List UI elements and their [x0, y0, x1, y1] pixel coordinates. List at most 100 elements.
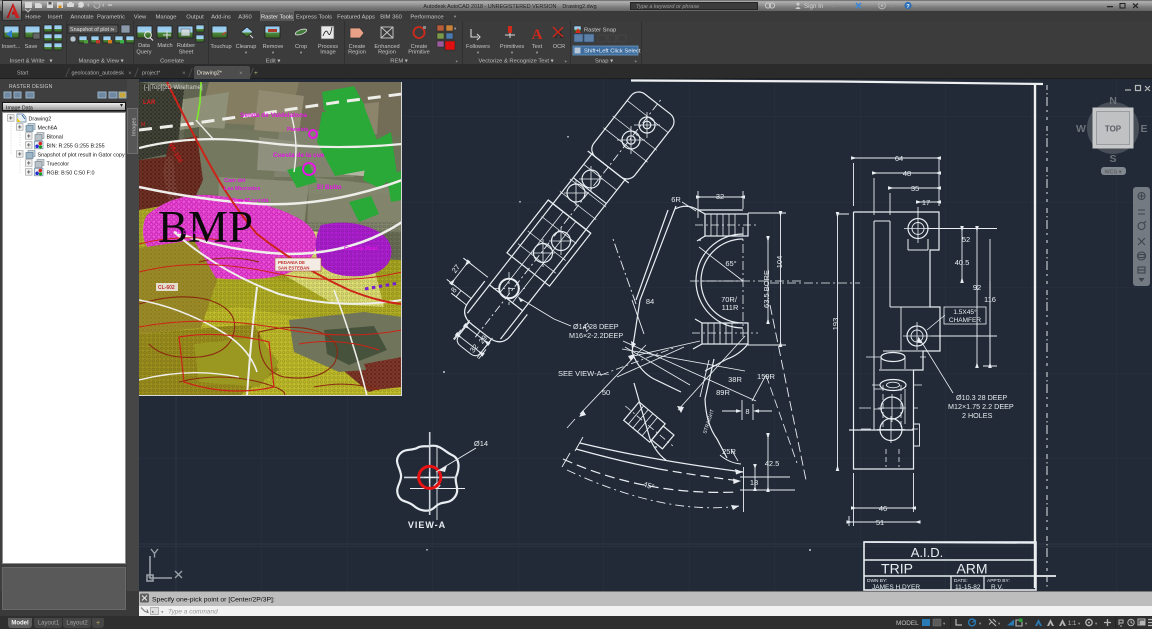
svg-text:▾: ▾ [1025, 621, 1028, 626]
svg-text:Image: Image [320, 50, 336, 56]
svg-text:159R: 159R [757, 372, 776, 381]
svg-text:Bitonal: Bitonal [47, 135, 63, 141]
svg-text:SAN ESTEBAN: SAN ESTEBAN [278, 266, 309, 271]
svg-text:92: 92 [973, 283, 981, 292]
svg-text:▾: ▾ [477, 50, 480, 55]
svg-text:Save: Save [25, 44, 38, 50]
svg-text:18: 18 [750, 478, 758, 487]
svg-text:65°: 65° [725, 259, 736, 268]
svg-text:▾: ▾ [1078, 621, 1081, 626]
svg-text:Cuesta de la cue: Cuesta de la cue [273, 152, 325, 159]
svg-text:Sheet: Sheet [179, 50, 194, 56]
svg-text:▾: ▾ [272, 50, 275, 55]
svg-text:▾: ▾ [890, 4, 893, 10]
svg-text:Cañada Real: Cañada Real [344, 246, 377, 252]
svg-text:A: A [532, 27, 543, 43]
svg-text:▾: ▾ [914, 4, 917, 10]
svg-text:42.5: 42.5 [765, 459, 780, 468]
svg-text:JAMES H.DYER: JAMES H.DYER [872, 584, 920, 591]
svg-text:46: 46 [879, 504, 887, 513]
svg-text:Drawing2: Drawing2 [29, 117, 52, 123]
svg-text:Sign In: Sign In [804, 3, 824, 10]
svg-text:Ø14: Ø14 [474, 439, 488, 448]
svg-text:▾: ▾ [943, 621, 946, 626]
svg-text:W: W [1076, 123, 1086, 135]
svg-text:El Bulto: El Bulto [317, 184, 342, 191]
svg-text:40.5: 40.5 [955, 258, 970, 267]
svg-text:Raster Snap: Raster Snap [584, 28, 616, 34]
svg-text:CHAMFER: CHAMFER [949, 317, 981, 324]
svg-text:Insert...: Insert... [2, 44, 21, 50]
svg-text:35: 35 [911, 184, 919, 193]
svg-text:52: 52 [962, 235, 970, 244]
svg-text:BMP: BMP [158, 202, 253, 252]
svg-text:?: ? [906, 4, 910, 10]
svg-text:▾: ▾ [300, 50, 303, 55]
svg-text:Senda de Valdelatona: Senda de Valdelatona [240, 112, 307, 119]
svg-text:Touchup: Touchup [210, 44, 231, 50]
svg-text:▾: ▾ [998, 621, 1001, 626]
svg-text:8: 8 [745, 407, 749, 416]
svg-text:LAR: LAR [143, 100, 156, 106]
svg-text:111R: 111R [722, 303, 739, 312]
svg-text:TOP: TOP [1105, 125, 1122, 134]
svg-text:▾: ▾ [245, 50, 248, 55]
svg-text:Ø14-28 DEEP: Ø14-28 DEEP [573, 322, 619, 331]
svg-text:VIEW-A: VIEW-A [408, 520, 446, 530]
svg-text:38R: 38R [728, 375, 742, 384]
svg-text:63.5 BORE: 63.5 BORE [762, 270, 771, 308]
svg-text:M16×2-2.2DEEP: M16×2-2.2DEEP [569, 331, 623, 340]
svg-text:1:1: 1:1 [1068, 621, 1077, 627]
svg-text:Region: Region [348, 50, 366, 56]
svg-text:32: 32 [716, 192, 724, 201]
svg-text:50: 50 [602, 388, 610, 397]
svg-text:Rubber: Rubber [177, 43, 195, 49]
svg-text:TRIP: TRIP [881, 561, 913, 577]
svg-text:la Dehesa: la Dehesa [177, 230, 204, 236]
svg-text:2 HOLES: 2 HOLES [962, 411, 993, 420]
svg-text:PEDANIA DE: PEDANIA DE [278, 260, 305, 265]
svg-text:Cam del: Cam del [224, 178, 246, 184]
svg-text:89R: 89R [716, 388, 730, 397]
svg-text:Las M.cuesta: Las M.cuesta [234, 198, 269, 204]
svg-text:51: 51 [876, 518, 884, 527]
svg-text:6R: 6R [671, 195, 681, 204]
svg-text:M: M [141, 122, 145, 128]
svg-text:116: 116 [984, 295, 996, 304]
svg-text:Las Mercedes: Las Mercedes [224, 186, 260, 192]
svg-text:11-15-82: 11-15-82 [955, 584, 981, 591]
svg-text:A.I.D.: A.I.D. [911, 545, 944, 560]
svg-text:R.V.: R.V. [991, 584, 1003, 591]
svg-text:17: 17 [922, 198, 930, 207]
svg-text:S: S [1109, 153, 1116, 165]
svg-text:▾: ▾ [832, 4, 835, 10]
svg-text:WCS ▾: WCS ▾ [1104, 170, 1121, 176]
svg-text:▾: ▾ [454, 26, 457, 31]
svg-text:Data: Data [138, 43, 151, 49]
svg-text:▾: ▾ [511, 50, 514, 55]
svg-text:104: 104 [775, 256, 784, 269]
svg-text:RGB: B:50 C:50 F:0: RGB: B:50 C:50 F:0 [47, 171, 95, 177]
svg-text:193: 193 [831, 318, 840, 331]
svg-text:Snapshot of plot result in Gat: Snapshot of plot result in Gator copy [38, 153, 126, 159]
svg-text:64: 64 [895, 154, 903, 163]
svg-text:25R: 25R [722, 447, 736, 456]
svg-text:Truecolor: Truecolor [47, 162, 70, 168]
svg-text:Shift+Left Click Select: Shift+Left Click Select [584, 49, 641, 55]
svg-text:Ø10.3 28 DEEP: Ø10.3 28 DEEP [956, 393, 1007, 402]
svg-text:SEE VIEW-A—: SEE VIEW-A— [558, 369, 610, 378]
svg-text:▾: ▾ [1095, 621, 1098, 626]
svg-text:M12×1.75 2.2 DEEP: M12×1.75 2.2 DEEP [948, 402, 1014, 411]
svg-text:BIN: R:255 G:255 B:255: BIN: R:255 G:255 B:255 [47, 144, 105, 150]
svg-text:Paraiste: Paraiste [287, 127, 308, 133]
svg-text:Region: Region [378, 50, 396, 56]
svg-text:ARM: ARM [956, 561, 987, 577]
svg-text:48: 48 [903, 169, 911, 178]
svg-text:1.5X45°: 1.5X45° [953, 308, 977, 316]
svg-text:Match: Match [157, 43, 172, 49]
svg-text:CL-602: CL-602 [158, 285, 175, 291]
svg-text:Primitive: Primitive [408, 50, 429, 56]
svg-text:E: E [1140, 123, 1147, 135]
svg-text:MODEL: MODEL [896, 620, 919, 627]
svg-text:▾: ▾ [536, 50, 539, 55]
